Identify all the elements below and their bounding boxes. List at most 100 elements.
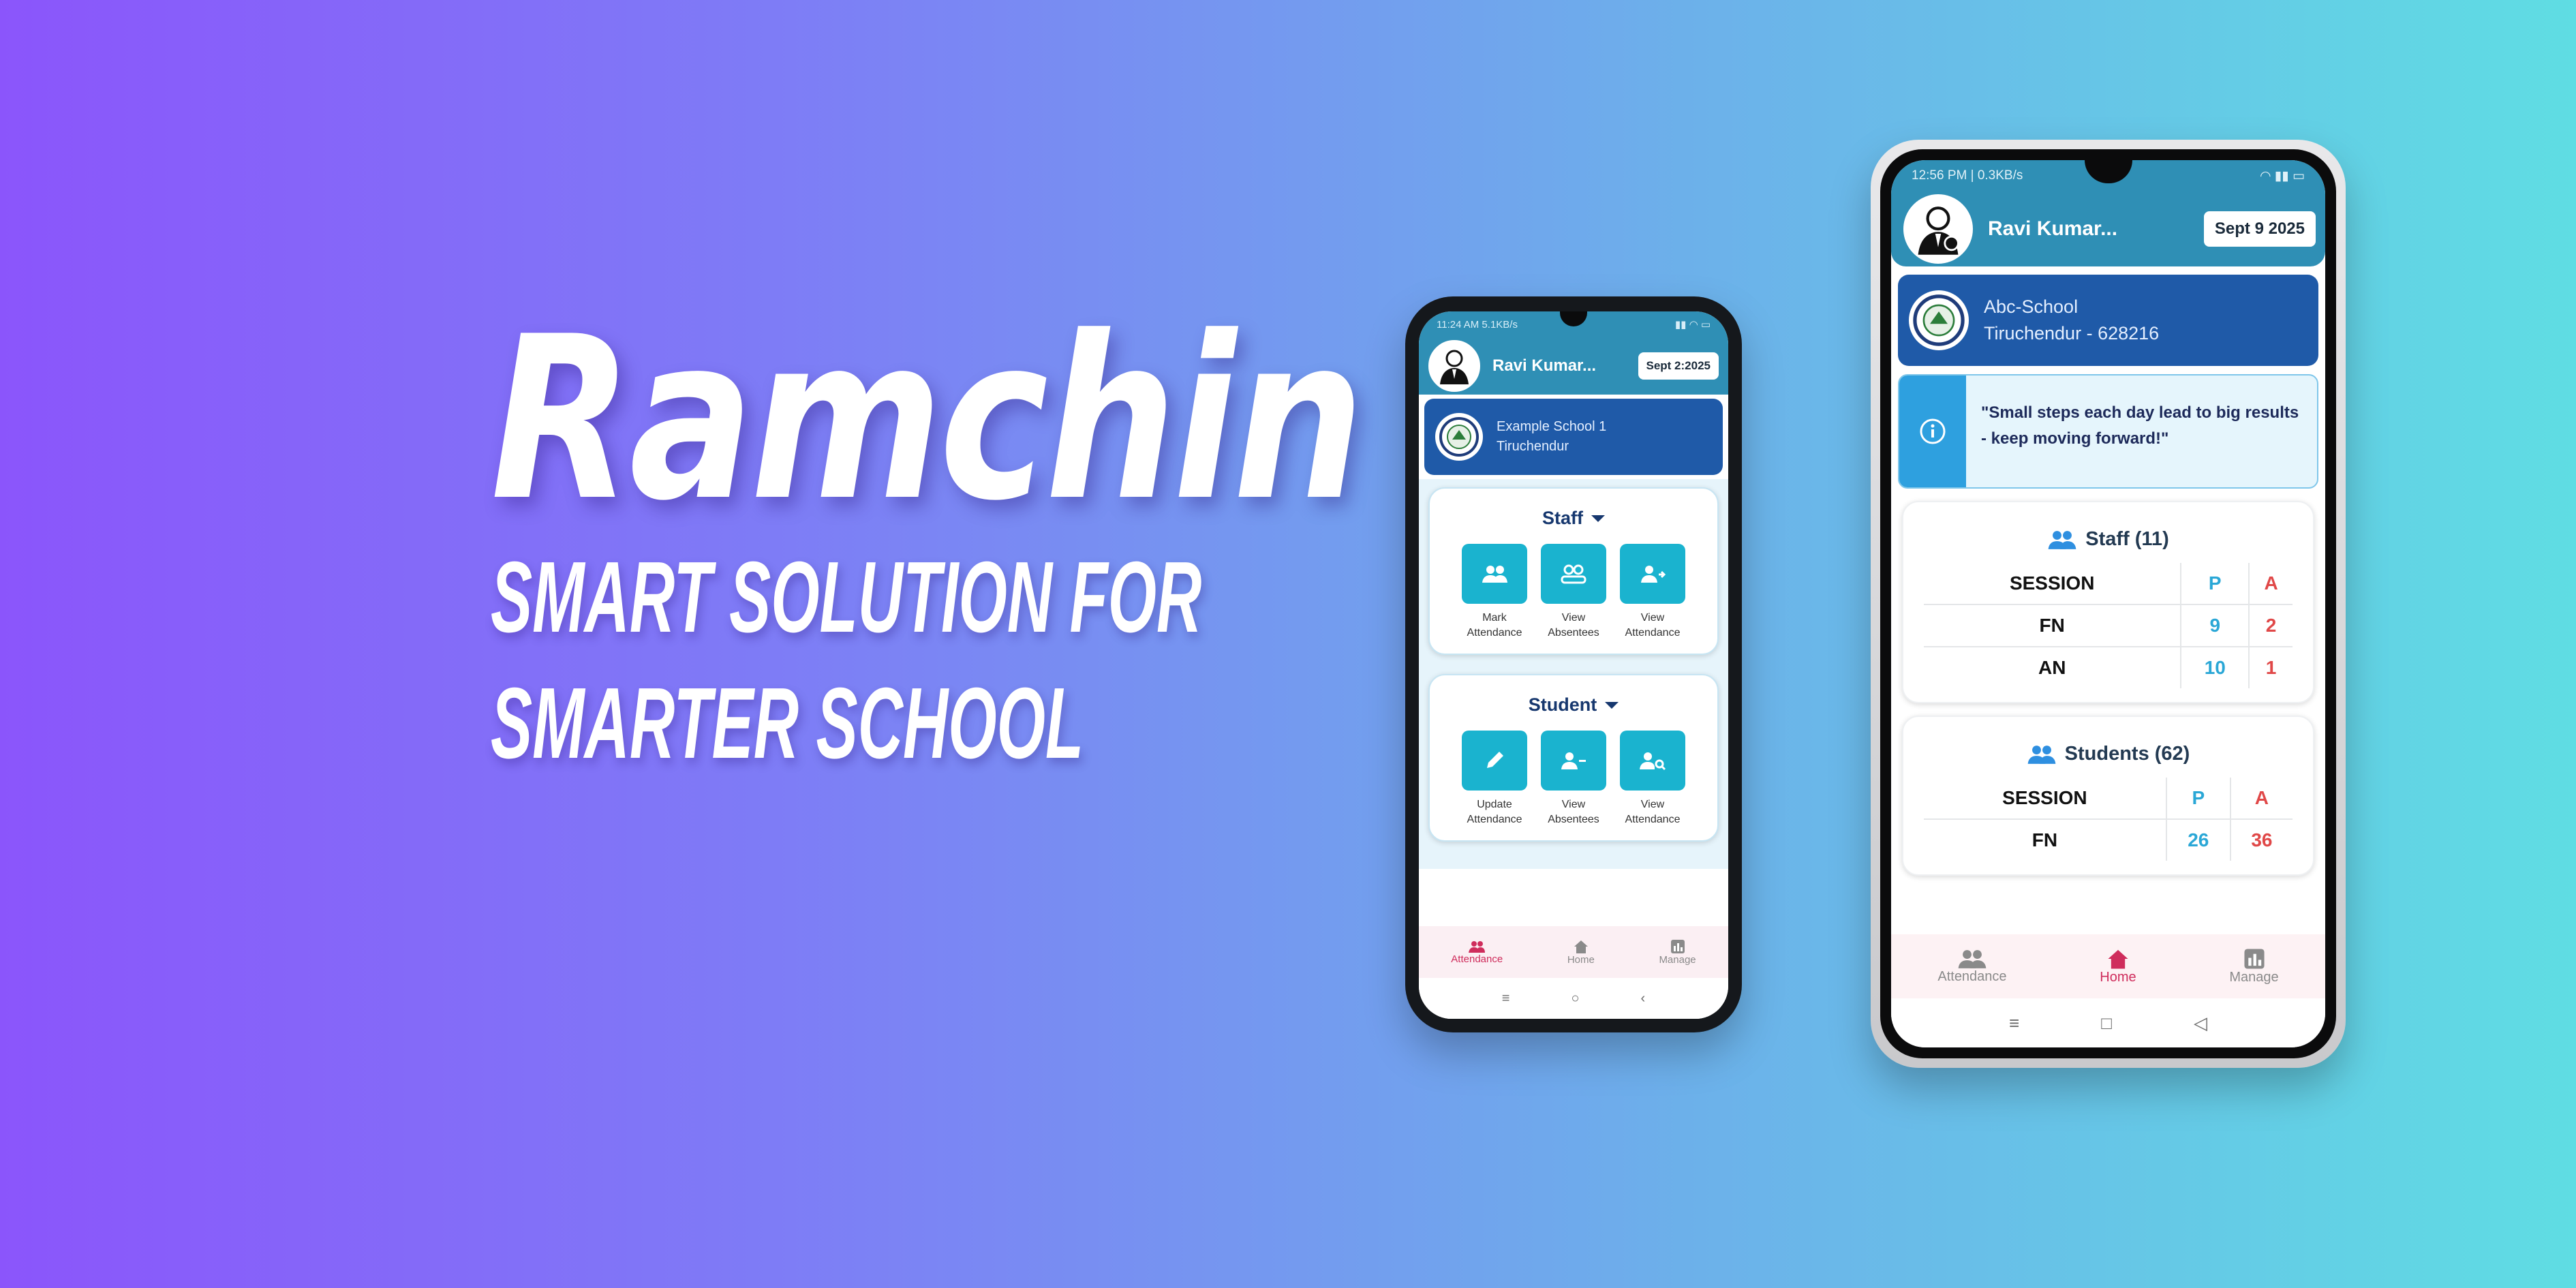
quote-line-2: - keep moving forward!" [1981, 429, 2169, 448]
tile-label-1: View [1640, 799, 1665, 811]
person-search-icon[interactable] [1620, 731, 1685, 791]
tile-label-2: Attendance [1467, 813, 1522, 825]
tile-label-1: View [1561, 612, 1586, 624]
person-arrow-icon[interactable] [1620, 544, 1685, 604]
nav-label: Attendance [1937, 968, 2007, 984]
group-icon[interactable] [1462, 544, 1527, 604]
group-icon [1469, 940, 1486, 953]
table-row: FN 26 36 [1924, 819, 2293, 861]
back-triangle-icon[interactable]: ◁ [2194, 1013, 2207, 1034]
session-cell: FN [1924, 604, 2182, 647]
group-icon [2048, 530, 2076, 549]
absentees-icon[interactable] [1541, 544, 1606, 604]
menu-icon[interactable]: ≡ [2009, 1013, 2019, 1034]
pencil-icon[interactable] [1462, 731, 1527, 791]
student-dropdown[interactable]: Student [1437, 694, 1711, 716]
session-cell: AN [1924, 647, 2182, 688]
absent-cell: 2 [2249, 604, 2293, 647]
staff-section: Staff Mark Attendance View Absentees Vie… [1428, 487, 1719, 656]
update-attendance-tile[interactable]: Update Attendance [1461, 731, 1528, 827]
school-seal-icon [1909, 290, 1969, 350]
staff-attendance-table: SESSION P A FN 9 2 AN 10 1 [1924, 563, 2293, 688]
quote-line-1: "Small steps each day lead to big result… [1981, 403, 2299, 422]
group-icon [2027, 745, 2056, 764]
school-name: Abc-School [1984, 296, 2079, 317]
nav-label: Manage [1659, 953, 1696, 966]
home-circle-icon[interactable]: ○ [1571, 991, 1579, 1007]
staff-title: Staff [1542, 508, 1583, 528]
students-attendance-card: Students (62) SESSION P A FN 26 36 [1902, 716, 2314, 876]
student-title: Student [1528, 694, 1597, 716]
brand-title: Ramchin [491, 288, 1364, 550]
user-name: Ravi Kumar... [1492, 356, 1597, 375]
nav-label: Home [1567, 953, 1595, 966]
tile-label-2: Attendance [1625, 626, 1681, 639]
absent-cell: 36 [2251, 829, 2273, 850]
tile-label-1: Update [1477, 799, 1512, 811]
nav-home[interactable]: Home [2100, 934, 2136, 998]
user-profile[interactable]: Ravi Kumar... [1428, 340, 1596, 392]
column-header: SESSION [1924, 563, 2182, 605]
students-attendance-table: SESSION P A FN 26 36 [1924, 778, 2293, 861]
person-minus-icon[interactable] [1541, 731, 1606, 791]
table-header-row: SESSION P A [1924, 778, 2293, 820]
table-header-row: SESSION P A [1924, 563, 2293, 605]
bar-chart-icon [1670, 939, 1685, 953]
tile-label-2: Attendance [1467, 626, 1522, 639]
school-card[interactable]: Abc-School Tiruchendur - 628216 [1898, 275, 2318, 366]
staff-attendance-card: Staff (11) SESSION P A FN 9 2 AN 10 1 [1902, 501, 2314, 703]
mark-attendance-tile[interactable]: Mark Attendance [1461, 544, 1528, 640]
menu-icon[interactable]: ≡ [1502, 991, 1510, 1007]
phone-mockup-large: 12:56 PM | 0.3KB/s ◠ ▮▮ ▭ Ravi Kumar... … [1871, 140, 2346, 1068]
home-icon [1574, 940, 1588, 953]
status-time: 11:24 AM 5.1KB/s [1437, 318, 1518, 331]
status-time: 12:56 PM | 0.3KB/s [1912, 168, 2023, 183]
view-absentees-tile[interactable]: View Absentees [1540, 731, 1607, 827]
nav-attendance[interactable]: Attendance [1937, 934, 2007, 998]
nav-home[interactable]: Home [1567, 926, 1595, 978]
nav-attendance[interactable]: Attendance [1451, 926, 1503, 978]
date-chip[interactable]: Sept 2:2025 [1638, 352, 1719, 380]
nav-manage[interactable]: Manage [1659, 926, 1696, 978]
column-header: P [2166, 778, 2231, 820]
staff-table-title: Staff (11) [2085, 528, 2169, 550]
school-card[interactable]: Example School 1 Tiruchendur [1424, 399, 1723, 475]
tile-label-1: View [1561, 799, 1586, 811]
date-chip[interactable]: Sept 9 2025 [2203, 211, 2316, 247]
tile-label-2: Absentees [1548, 626, 1599, 639]
square-icon[interactable]: □ [2101, 1013, 2112, 1034]
avatar[interactable] [1428, 340, 1480, 392]
avatar[interactable] [1903, 194, 1973, 264]
column-header: A [2230, 778, 2293, 820]
view-attendance-tile[interactable]: View Attendance [1619, 544, 1686, 640]
phone-bezel: 12:56 PM | 0.3KB/s ◠ ▮▮ ▭ Ravi Kumar... … [1880, 149, 2336, 1058]
content-scroll[interactable]: Staff Mark Attendance View Absentees Vie… [1419, 479, 1728, 869]
back-icon[interactable]: ‹ [1641, 991, 1646, 1007]
user-profile[interactable]: Ravi Kumar... [1903, 194, 2117, 264]
column-header: A [2249, 563, 2293, 605]
bottom-nav: Attendance Home Manage [1419, 926, 1728, 978]
tile-label-1: View [1640, 612, 1665, 624]
bottom-nav: Attendance Home Manage [1891, 934, 2325, 998]
tile-label-2: Absentees [1548, 813, 1599, 825]
caret-down-icon [1591, 515, 1605, 522]
nav-manage[interactable]: Manage [2229, 934, 2279, 998]
nav-label: Attendance [1451, 953, 1503, 965]
home-icon [2108, 949, 2128, 969]
session-cell: FN [1924, 819, 2167, 861]
system-nav-bar: ≡ ○ ‹ [1419, 978, 1728, 1019]
user-avatar-icon [1440, 350, 1469, 384]
present-cell: 10 [2181, 647, 2250, 688]
staff-dropdown[interactable]: Staff [1437, 508, 1711, 529]
status-icons: ▮▮ ◠ ▭ [1674, 319, 1711, 331]
student-section: Student Update Attendance View Absentees… [1428, 674, 1719, 842]
column-header: P [2181, 563, 2250, 605]
column-header: SESSION [1924, 778, 2167, 820]
system-nav-bar: ≡ □ ◁ [1891, 998, 2325, 1047]
view-absentees-tile[interactable]: View Absentees [1540, 544, 1607, 640]
view-attendance-tile[interactable]: View Attendance [1619, 731, 1686, 827]
present-cell: 9 [2181, 604, 2250, 647]
nav-label: Manage [2229, 969, 2279, 985]
content-scroll[interactable]: Staff (11) SESSION P A FN 9 2 AN 10 1 St… [1891, 497, 2325, 896]
bar-chart-icon [2243, 948, 2265, 969]
